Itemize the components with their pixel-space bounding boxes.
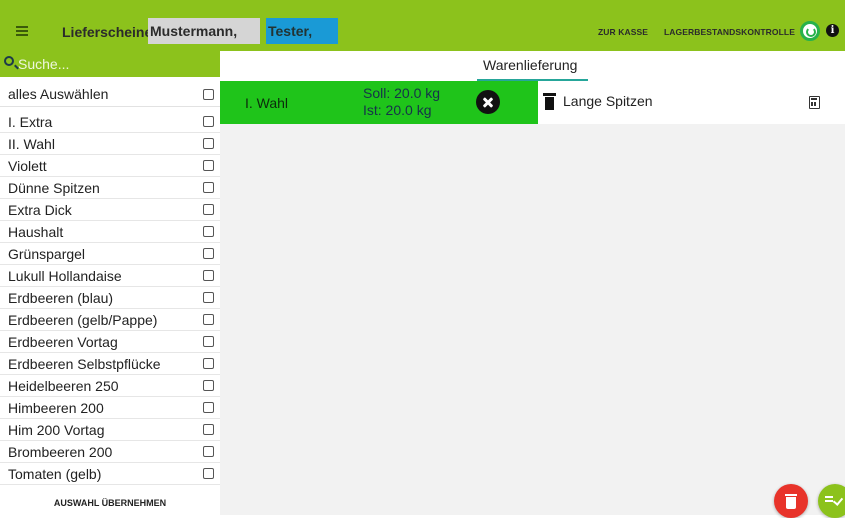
list-item[interactable]: II. Wahl [0,133,220,155]
delete-fab-button[interactable] [774,484,808,518]
list-item-label: Erdbeeren Selbstpflücke [8,356,161,372]
list-item[interactable]: Erdbeeren Selbstpflücke [0,353,220,375]
product-list: I. Extra II. Wahl Violett Dünne Spitzen … [0,111,220,485]
detail-product-name: Lange Spitzen [563,93,653,109]
list-item-label: Tomaten (gelb) [8,466,102,482]
list-item-label: Him 200 Vortag [8,422,105,438]
info-icon[interactable]: i [826,24,839,37]
nav-zur-kasse[interactable]: ZUR KASSE [598,27,648,37]
list-item[interactable]: Himbeeren 200 [0,397,220,419]
list-item-checkbox[interactable] [203,446,214,457]
tab-warenlieferung[interactable]: Warenlieferung [483,57,577,73]
list-item-label: Brombeeren 200 [8,444,113,460]
list-item-checkbox[interactable] [203,380,214,391]
list-item[interactable]: Haushalt [0,221,220,243]
list-item-label: I. Extra [8,114,53,130]
list-item-label: Himbeeren 200 [8,400,104,416]
list-item-label: Grünspargel [8,246,86,262]
list-item[interactable]: Grünspargel [0,243,220,265]
item-detail-card: Lange Spitzen [538,81,845,124]
list-item[interactable]: Dünne Spitzen [0,177,220,199]
remove-circle-icon[interactable] [476,90,500,114]
list-item-checkbox[interactable] [203,160,214,171]
select-all-label: alles Auswählen [8,86,109,102]
list-item-checkbox[interactable] [203,314,214,325]
list-item[interactable]: Erdbeeren Vortag [0,331,220,353]
list-item-label: Lukull Hollandaise [8,268,122,284]
menu-icon[interactable] [16,26,28,36]
list-item-checkbox[interactable] [203,116,214,127]
user-chip-mustermann[interactable]: Mustermann, Max [148,18,260,65]
list-item-checkbox[interactable] [203,424,214,435]
select-all-checkbox[interactable] [203,89,214,100]
user-chip-tester[interactable]: Tester, Tom [266,18,338,65]
list-item[interactable]: Tomaten (gelb) [0,463,220,485]
list-item[interactable]: Him 200 Vortag [0,419,220,441]
card-ist-value: Ist: 20.0 kg [363,102,432,118]
list-item-label: Dünne Spitzen [8,180,100,196]
list-item-checkbox[interactable] [203,292,214,303]
list-item-checkbox[interactable] [203,402,214,413]
search-icon [4,56,14,66]
select-all-row[interactable]: alles Auswählen [0,81,220,107]
list-item-label: Haushalt [8,224,64,240]
trash-icon [785,494,797,496]
list-item-checkbox[interactable] [203,138,214,149]
calculator-icon[interactable] [809,96,820,109]
checklist-icon [825,496,833,504]
list-item[interactable]: Erdbeeren (gelb/Pappe) [0,309,220,331]
trash-icon[interactable] [543,93,556,110]
app-title: Lieferscheine [62,24,153,40]
list-item-checkbox[interactable] [203,358,214,369]
apply-selection-button[interactable]: AUSWAHL ÜBERNEHMEN [0,490,220,516]
list-item-checkbox[interactable] [203,336,214,347]
list-item[interactable]: I. Extra [0,111,220,133]
list-item[interactable]: Extra Dick [0,199,220,221]
confirm-list-fab-button[interactable] [818,484,845,518]
list-item[interactable]: Brombeeren 200 [0,441,220,463]
main-content: Warenlieferung I. Wahl Soll: 20.0 kg Ist… [220,51,845,515]
list-item-label: Extra Dick [8,202,72,218]
card-soll-value: Soll: 20.0 kg [363,85,441,101]
nav-lagerbestandskontrolle[interactable]: LAGERBESTANDSKONTROLLE [664,27,795,37]
list-item-checkbox[interactable] [203,270,214,281]
list-item-checkbox[interactable] [203,468,214,479]
list-item-label: Erdbeeren (blau) [8,290,114,306]
list-item-label: Erdbeeren Vortag [8,334,118,350]
search-box[interactable] [0,51,220,77]
list-item[interactable]: Erdbeeren (blau) [0,287,220,309]
list-item-checkbox[interactable] [203,182,214,193]
list-item-label: Heidelbeeren 250 [8,378,119,394]
list-item[interactable]: Heidelbeeren 250 [0,375,220,397]
list-item[interactable]: Violett [0,155,220,177]
delivery-item-card[interactable]: I. Wahl Soll: 20.0 kg Ist: 20.0 kg [220,81,538,124]
list-item-checkbox[interactable] [203,248,214,259]
tab-bar: Warenlieferung [220,51,845,81]
sync-icon[interactable] [800,21,820,41]
list-item-label: II. Wahl [8,136,55,152]
card-product-name: I. Wahl [245,95,289,111]
list-item-checkbox[interactable] [203,226,214,237]
list-item[interactable]: Lukull Hollandaise [0,265,220,287]
list-item-label: Erdbeeren (gelb/Pappe) [8,312,158,328]
product-filter-panel: alles Auswählen I. Extra II. Wahl Violet… [0,77,220,515]
search-input[interactable] [18,54,213,74]
list-item-label: Violett [8,158,47,174]
list-item-checkbox[interactable] [203,204,214,215]
